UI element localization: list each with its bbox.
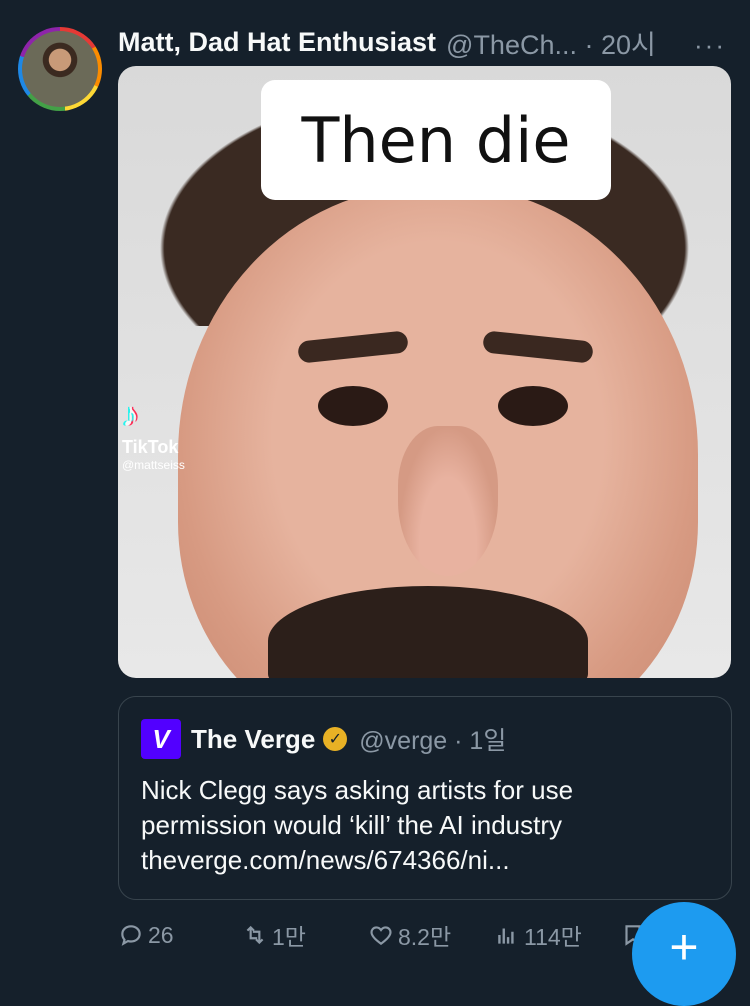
retweet-count: 1만	[272, 924, 306, 950]
compose-fab-button[interactable]: +	[632, 902, 736, 1006]
quoted-text-line: permission would ‘kill’ the AI industry	[141, 810, 562, 840]
more-options-icon[interactable]: ···	[694, 30, 726, 61]
avatar-photo	[22, 31, 98, 107]
plus-icon: +	[669, 919, 699, 975]
quoted-header: V The Verge ✓ @verge · 1일	[141, 719, 506, 759]
quoted-handle-and-time: @verge · 1일	[359, 727, 507, 755]
tiktok-label: TikTok	[122, 437, 179, 457]
quoted-display-name: The Verge	[191, 723, 316, 754]
quoted-text: Nick Clegg says asking artists for use p…	[141, 773, 701, 878]
views-count: 114만	[524, 924, 582, 950]
media-eye-left	[318, 386, 388, 426]
tiktok-username: @mattseiss	[122, 458, 185, 472]
media-eye-right	[498, 386, 568, 426]
views-icon	[498, 928, 514, 944]
media-nose	[398, 426, 498, 576]
reply-button[interactable]: 26	[118, 922, 174, 949]
reply-count: 26	[148, 921, 174, 948]
verified-badge-icon: ✓	[323, 727, 348, 751]
tweet-media-image[interactable]: Then die ♪ TikTok @mattseiss	[118, 66, 731, 678]
quoted-link[interactable]: theverge.com/news/674366/ni...	[141, 843, 701, 878]
author-avatar[interactable]	[18, 27, 102, 111]
reply-icon	[121, 925, 141, 946]
tiktok-icon: ♪	[122, 396, 139, 434]
media-caption-text: Then die	[301, 103, 571, 177]
like-count: 8.2만	[398, 924, 452, 950]
like-button[interactable]: 8.2만	[368, 918, 451, 952]
author-handle-and-time[interactable]: @TheCh... · 20시	[446, 23, 656, 62]
author-display-name[interactable]: Matt, Dad Hat Enthusiast	[118, 27, 436, 58]
views-button[interactable]: 114만	[494, 918, 582, 952]
quoted-text-line: Nick Clegg says asking artists for use	[141, 775, 574, 805]
retweet-icon	[246, 925, 264, 945]
retweet-button[interactable]: 1만	[242, 918, 306, 952]
quoted-tweet-card[interactable]: V The Verge ✓ @verge · 1일 Nick Clegg say…	[118, 696, 732, 900]
tweet-header: Matt, Dad Hat Enthusiast @TheCh... · 20시	[118, 24, 730, 60]
media-caption-box: Then die	[261, 80, 611, 200]
verge-logo-icon: V	[141, 719, 181, 759]
heart-icon	[370, 926, 392, 945]
tiktok-watermark: ♪ TikTok @mattseiss	[122, 396, 185, 472]
